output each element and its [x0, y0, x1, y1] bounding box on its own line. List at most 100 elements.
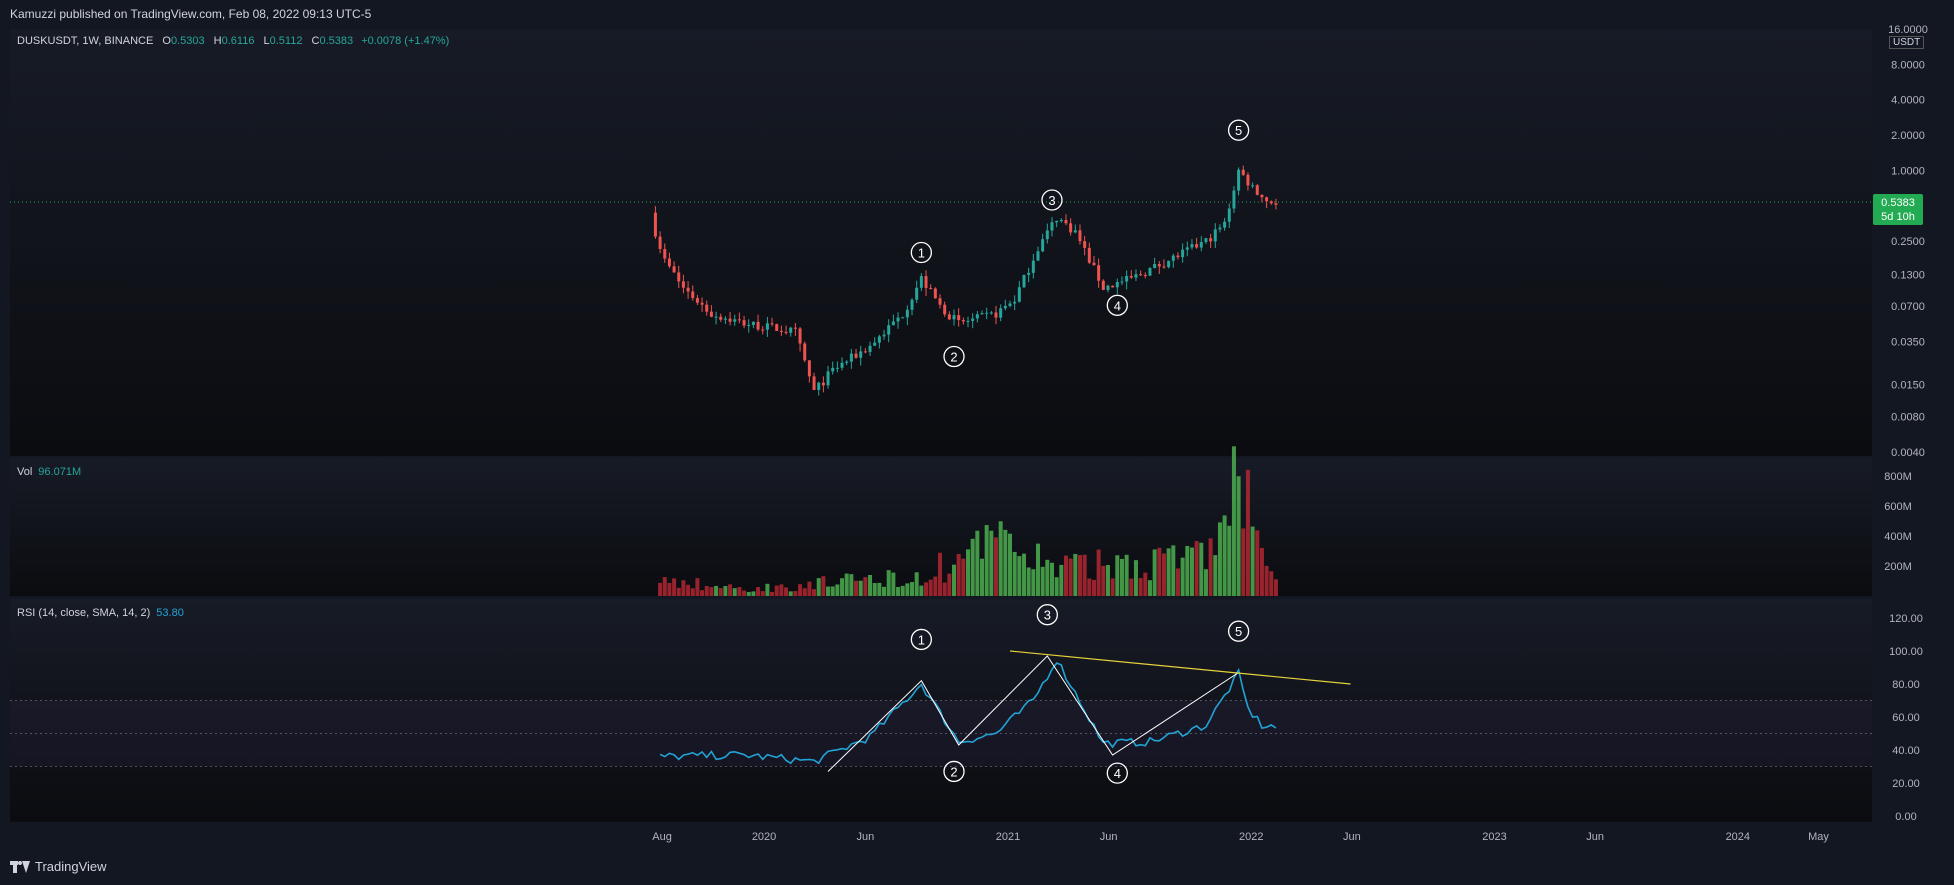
candle-body	[1111, 285, 1115, 288]
candle-body	[863, 351, 867, 353]
candle-body	[919, 276, 923, 288]
volume-bar	[798, 584, 803, 596]
candle-body	[1148, 268, 1152, 276]
candle-body	[756, 321, 760, 330]
price-axis[interactable]	[1872, 29, 1954, 822]
volume-bar	[1040, 566, 1045, 596]
chart-canvas[interactable]: 1 2 3 4 5 1 2 3 4 5 Aug 2020 Jun 2021 Jun 2022 Jun 2023 J…	[0, 0, 1954, 885]
volume-bar	[914, 572, 919, 596]
candle-body	[1008, 303, 1012, 306]
volume-legend: Vol 96.071M	[17, 466, 81, 478]
volume-bar	[924, 582, 929, 596]
volume-bar	[877, 582, 882, 596]
candle-body	[985, 312, 989, 314]
candle-body	[1069, 223, 1073, 233]
symbol-label[interactable]: DUSKUSDT, 1W, BINANCE	[17, 35, 153, 47]
tradingview-logo-icon	[10, 860, 30, 873]
candle-body	[1265, 197, 1269, 202]
volume-bar	[732, 588, 737, 596]
candle-body	[1120, 281, 1124, 283]
volume-bar	[1273, 579, 1278, 596]
volume-label[interactable]: Vol	[17, 466, 32, 478]
candle-body	[1223, 221, 1227, 228]
candle-body	[807, 360, 811, 377]
volume-bar	[989, 530, 994, 596]
volume-bar	[686, 584, 691, 596]
price-wave-label-text: 5	[1235, 123, 1242, 138]
volume-bar	[1194, 541, 1199, 596]
candle-body	[1125, 275, 1129, 282]
volume-bar	[933, 576, 938, 596]
candle-body	[821, 382, 825, 386]
volume-bar	[704, 586, 709, 596]
candle-body	[854, 353, 858, 358]
candle-body	[980, 313, 984, 315]
volume-bar	[1199, 542, 1204, 596]
candle-body	[971, 318, 975, 321]
candle-body	[803, 343, 807, 361]
candle-body	[681, 281, 685, 288]
volume-bar	[1208, 538, 1213, 596]
candle-body	[989, 312, 993, 314]
rsi-axis-tick: 100.00	[1889, 646, 1923, 658]
volume-bar	[676, 587, 681, 596]
candle-body	[1092, 262, 1096, 266]
volume-bar	[662, 577, 667, 596]
candle-body	[789, 327, 793, 333]
volume-bar	[793, 591, 798, 596]
volume-bar	[942, 582, 947, 596]
candle-body	[901, 317, 905, 319]
candle-body	[658, 236, 662, 250]
volume-bar	[1222, 515, 1227, 596]
volume-bar	[1213, 555, 1218, 596]
volume-bar	[1091, 579, 1096, 596]
volume-bar	[737, 587, 742, 596]
candle-body	[709, 311, 713, 317]
volume-bar	[742, 590, 747, 596]
candle-body	[957, 315, 961, 321]
open-label: O	[162, 35, 171, 47]
candle-body	[1073, 230, 1077, 233]
volume-bar	[886, 570, 891, 596]
time-axis-label: Jun	[856, 831, 874, 843]
volume-bar	[1119, 558, 1124, 596]
candle-body	[933, 288, 937, 299]
candle-body	[798, 328, 802, 344]
volume-bar	[1171, 545, 1176, 596]
volume-bar	[1035, 543, 1040, 596]
volume-bar	[975, 530, 980, 596]
volume-bar	[718, 588, 723, 596]
candle-body	[924, 276, 928, 288]
candle-body	[1003, 305, 1007, 309]
volume-bar	[1054, 577, 1059, 596]
candle-body	[747, 324, 751, 326]
candle-body	[691, 291, 695, 299]
candle-body	[742, 320, 746, 326]
tradingview-brand[interactable]: TradingView	[10, 859, 107, 874]
candle-body	[1083, 241, 1087, 248]
last-price-value: 0.5383	[1881, 197, 1915, 209]
currency-label[interactable]: USDT	[1889, 36, 1925, 49]
volume-bar	[966, 549, 971, 596]
candle-body	[1274, 203, 1278, 205]
volume-bar	[896, 587, 901, 596]
candle-body	[1129, 275, 1133, 278]
volume-bar	[784, 587, 789, 596]
volume-bar	[882, 586, 887, 596]
open-value: 0.5303	[170, 35, 205, 47]
rsi-label[interactable]: RSI (14, close, SMA, 14, 2)	[17, 607, 150, 619]
candle-body	[719, 316, 723, 320]
price-axis-tick: 16.0000	[1888, 24, 1928, 36]
volume-bar	[1166, 548, 1171, 596]
volume-bar	[835, 584, 840, 596]
price-axis-tick: 0.0700	[1891, 301, 1925, 313]
candle-body	[999, 308, 1003, 318]
brand-label: TradingView	[35, 859, 107, 874]
time-axis-label: Jun	[1343, 831, 1361, 843]
volume-axis-tick: 600M	[1884, 501, 1912, 513]
candle-body	[1031, 260, 1035, 273]
volume-bar	[1245, 469, 1250, 596]
rsi-axis-tick: 20.00	[1892, 778, 1920, 790]
volume-bar	[765, 583, 770, 596]
rsi-axis-tick: 0.00	[1895, 811, 1916, 823]
